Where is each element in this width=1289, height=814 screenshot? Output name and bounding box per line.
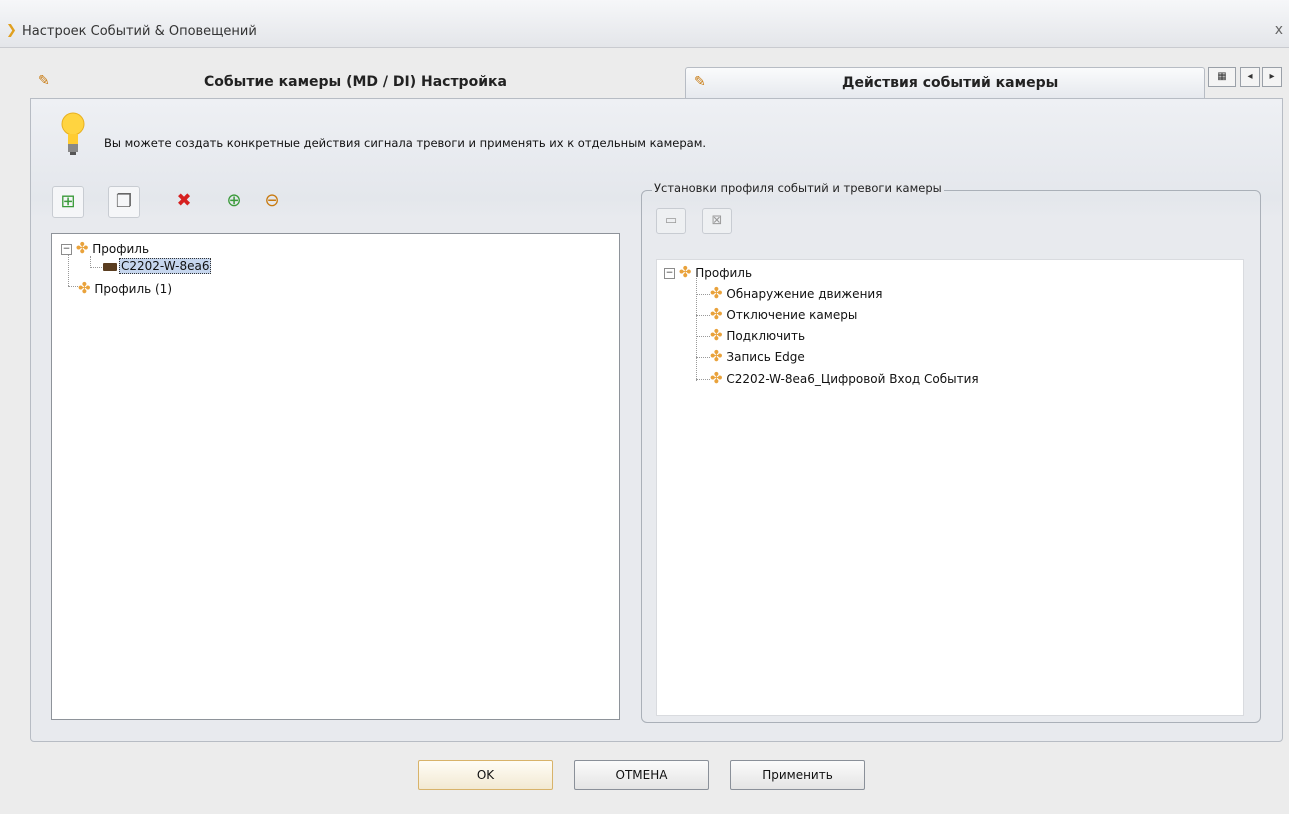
lightbulb-icon xyxy=(61,112,85,155)
event-icon: ✤ xyxy=(710,326,723,344)
apply-button[interactable]: Применить xyxy=(730,760,865,790)
delete-icon: ✖ xyxy=(176,190,192,211)
camera-action-icon: ✎ xyxy=(694,74,706,90)
add-camera-icon: ⊕ xyxy=(226,190,242,211)
profile-icon: ✤ xyxy=(78,279,91,297)
copy-profile-button[interactable]: ❐ xyxy=(108,186,140,218)
node-label: C2202-W-8ea6 xyxy=(119,258,212,274)
new-icon: ▭ xyxy=(664,213,678,228)
event-item[interactable]: ✤ Обнаружение движения xyxy=(710,284,882,302)
new-action-button[interactable]: ▭ xyxy=(656,208,686,234)
scroll-left-button[interactable]: ◂ xyxy=(1240,67,1260,87)
profile-tree[interactable]: − ✤ Профиль C2202-W-8ea6 ✤ Профиль (1) xyxy=(51,233,620,720)
event-tree-root[interactable]: − ✤ Профиль xyxy=(664,263,752,281)
scroll-right-button[interactable]: ▸ xyxy=(1262,67,1282,87)
delete-icon: ⊠ xyxy=(711,213,723,228)
delete-action-button[interactable]: ⊠ xyxy=(702,208,732,234)
collapse-icon[interactable]: − xyxy=(664,268,675,279)
profile-icon: ✤ xyxy=(678,263,692,281)
collapse-icon[interactable]: − xyxy=(61,244,72,255)
ok-button[interactable]: OK xyxy=(418,760,553,790)
tree-line xyxy=(696,379,710,380)
node-label: Обнаружение движения xyxy=(726,287,883,301)
event-icon: ✤ xyxy=(710,305,723,323)
add-profile-button[interactable]: ⊞ xyxy=(52,186,84,218)
tree-node-camera[interactable]: C2202-W-8ea6 xyxy=(103,258,212,274)
copy-icon: ❐ xyxy=(115,191,133,212)
close-button[interactable]: x xyxy=(1275,22,1283,38)
delete-profile-button[interactable]: ✖ xyxy=(168,186,200,218)
node-label: Профиль (1) xyxy=(94,282,173,296)
tree-line xyxy=(68,286,78,287)
event-item[interactable]: ✤ Подключить xyxy=(710,326,805,344)
remove-camera-button[interactable]: ⊖ xyxy=(256,186,288,218)
tree-line xyxy=(696,294,710,295)
node-label: Профиль xyxy=(695,266,753,280)
remove-camera-icon: ⊖ xyxy=(264,190,280,211)
node-label: C2202-W-8ea6_Цифровой Вход События xyxy=(726,372,979,386)
event-tree[interactable]: − ✤ Профиль ✤ Обнаружение движения ✤ Отк… xyxy=(656,259,1244,716)
tab-label: Действия событий камеры xyxy=(842,75,1059,91)
hint-text: Вы можете создать конкретные действия си… xyxy=(104,136,707,150)
event-icon: ✤ xyxy=(710,347,723,365)
tab-scroll: ▦ ◂ ▸ xyxy=(1208,67,1283,89)
event-item[interactable]: ✤ Отключение камеры xyxy=(710,305,857,323)
table-icon[interactable]: ▦ xyxy=(1208,67,1236,87)
tree-line xyxy=(696,357,710,358)
window-title: Настроек Событий & Оповещений xyxy=(22,24,257,39)
node-label: Профиль xyxy=(92,242,150,256)
tree-line xyxy=(90,267,104,268)
title-bar: ❯ Настроек Событий & Оповещений x xyxy=(0,0,1289,48)
camera-icon xyxy=(103,262,117,271)
cancel-button[interactable]: ОТМЕНА xyxy=(574,760,709,790)
tab-event-actions[interactable]: ✎ Действия событий камеры xyxy=(685,67,1205,98)
event-icon: ✤ xyxy=(710,369,723,387)
tree-node-profile[interactable]: − ✤ Профиль xyxy=(61,239,149,257)
node-label: Отключение камеры xyxy=(726,308,858,322)
tab-strip: ✎ Событие камеры (MD / DI) Настройка ✎ Д… xyxy=(0,55,1289,99)
tree-node-profile1[interactable]: ✤ Профиль (1) xyxy=(78,279,172,297)
node-label: Запись Edge xyxy=(726,350,805,364)
group-legend: Установки профиля событий и тревоги каме… xyxy=(652,181,944,195)
tree-line xyxy=(696,315,710,316)
event-item[interactable]: ✤ Запись Edge xyxy=(710,347,805,365)
settings-icon: ❯ xyxy=(6,23,17,38)
add-icon: ⊞ xyxy=(60,191,76,212)
node-label: Подключить xyxy=(726,329,806,343)
event-item[interactable]: ✤ C2202-W-8ea6_Цифровой Вход События xyxy=(710,369,979,387)
tab-event-setup[interactable]: ✎ Событие камеры (MD / DI) Настройка xyxy=(30,67,680,98)
add-camera-button[interactable]: ⊕ xyxy=(218,186,250,218)
tree-line xyxy=(696,336,710,337)
tab-label: Событие камеры (MD / DI) Настройка xyxy=(204,74,507,90)
event-icon: ✤ xyxy=(710,284,723,302)
profile-icon: ✤ xyxy=(75,239,89,257)
camera-event-icon: ✎ xyxy=(38,73,50,89)
